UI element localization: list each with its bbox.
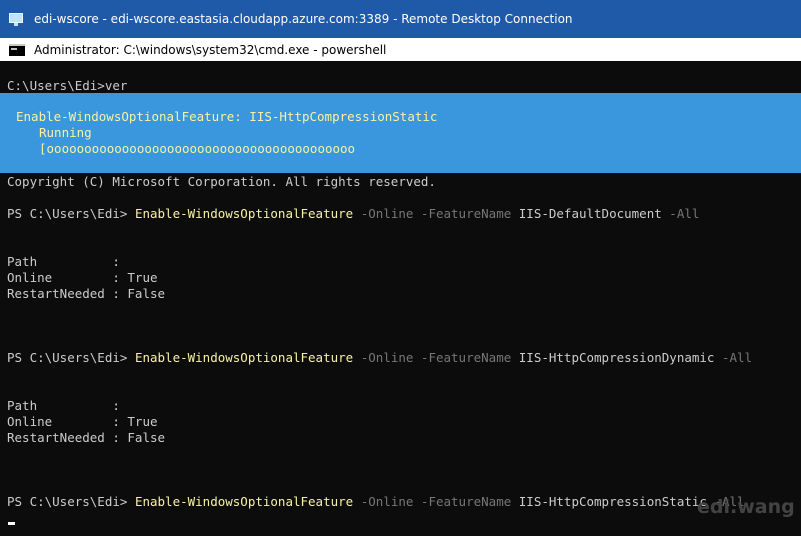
progress-status: Running [39, 125, 92, 140]
result-restart-needed: RestartNeeded : False [7, 430, 166, 445]
command-line: PS C:\Users\Edi> Enable-WindowsOptionalF… [7, 206, 699, 222]
rdp-window-title: edi-wscore - edi-wscore.eastasia.cloudap… [34, 12, 573, 26]
feature-name: IIS-HttpCompressionStatic [511, 494, 707, 509]
progress-activity: Enable-WindowsOptionalFeature: IIS-HttpC… [16, 109, 438, 124]
text-cursor [8, 522, 15, 525]
parameter-online: -Online [353, 206, 414, 221]
cmd-icon [9, 43, 25, 56]
prompt: PS C:\Users\Edi> [7, 494, 135, 509]
parameter-online: -Online [353, 350, 414, 365]
parameter-online: -Online [353, 494, 414, 509]
parameter-all: -All [661, 206, 700, 221]
command-line: PS C:\Users\Edi> Enable-WindowsOptionalF… [7, 494, 745, 510]
cmdlet: Enable-WindowsOptionalFeature [134, 350, 354, 365]
prompt: PS C:\Users\Edi> [7, 350, 135, 365]
parameter-featurename: -FeatureName [413, 206, 512, 221]
cmdlet: Enable-WindowsOptionalFeature [134, 206, 354, 221]
watermark: edi.wang [697, 496, 795, 518]
result-path: Path : [7, 398, 120, 413]
parameter-all: -All [714, 350, 753, 365]
rdp-titlebar[interactable]: edi-wscore - edi-wscore.eastasia.cloudap… [0, 0, 801, 38]
feature-name: IIS-DefaultDocument [511, 206, 662, 221]
console-window-title: Administrator: C:\windows\system32\cmd.e… [34, 42, 387, 57]
result-restart-needed: RestartNeeded : False [7, 286, 166, 301]
remote-desktop-icon [9, 12, 23, 26]
command-line: PS C:\Users\Edi> Enable-WindowsOptionalF… [7, 350, 752, 366]
parameter-featurename: -FeatureName [413, 494, 512, 509]
prompt: PS C:\Users\Edi> [7, 206, 135, 221]
result-online: Online : True [7, 270, 158, 285]
progress-panel: Enable-WindowsOptionalFeature: IIS-HttpC… [0, 93, 801, 173]
cmdlet: Enable-WindowsOptionalFeature [134, 494, 354, 509]
copyright-line: Copyright (C) Microsoft Corporation. All… [7, 174, 436, 189]
progress-bar: [ooooooooooooooooooooooooooooooooooooooo… [39, 141, 356, 156]
console-titlebar[interactable]: Administrator: C:\windows\system32\cmd.e… [0, 38, 801, 61]
result-online: Online : True [7, 414, 158, 429]
ver-command-line: C:\Users\Edi>ver [7, 78, 128, 93]
parameter-featurename: -FeatureName [413, 350, 512, 365]
feature-name: IIS-HttpCompressionDynamic [511, 350, 715, 365]
result-path: Path : [7, 254, 120, 269]
